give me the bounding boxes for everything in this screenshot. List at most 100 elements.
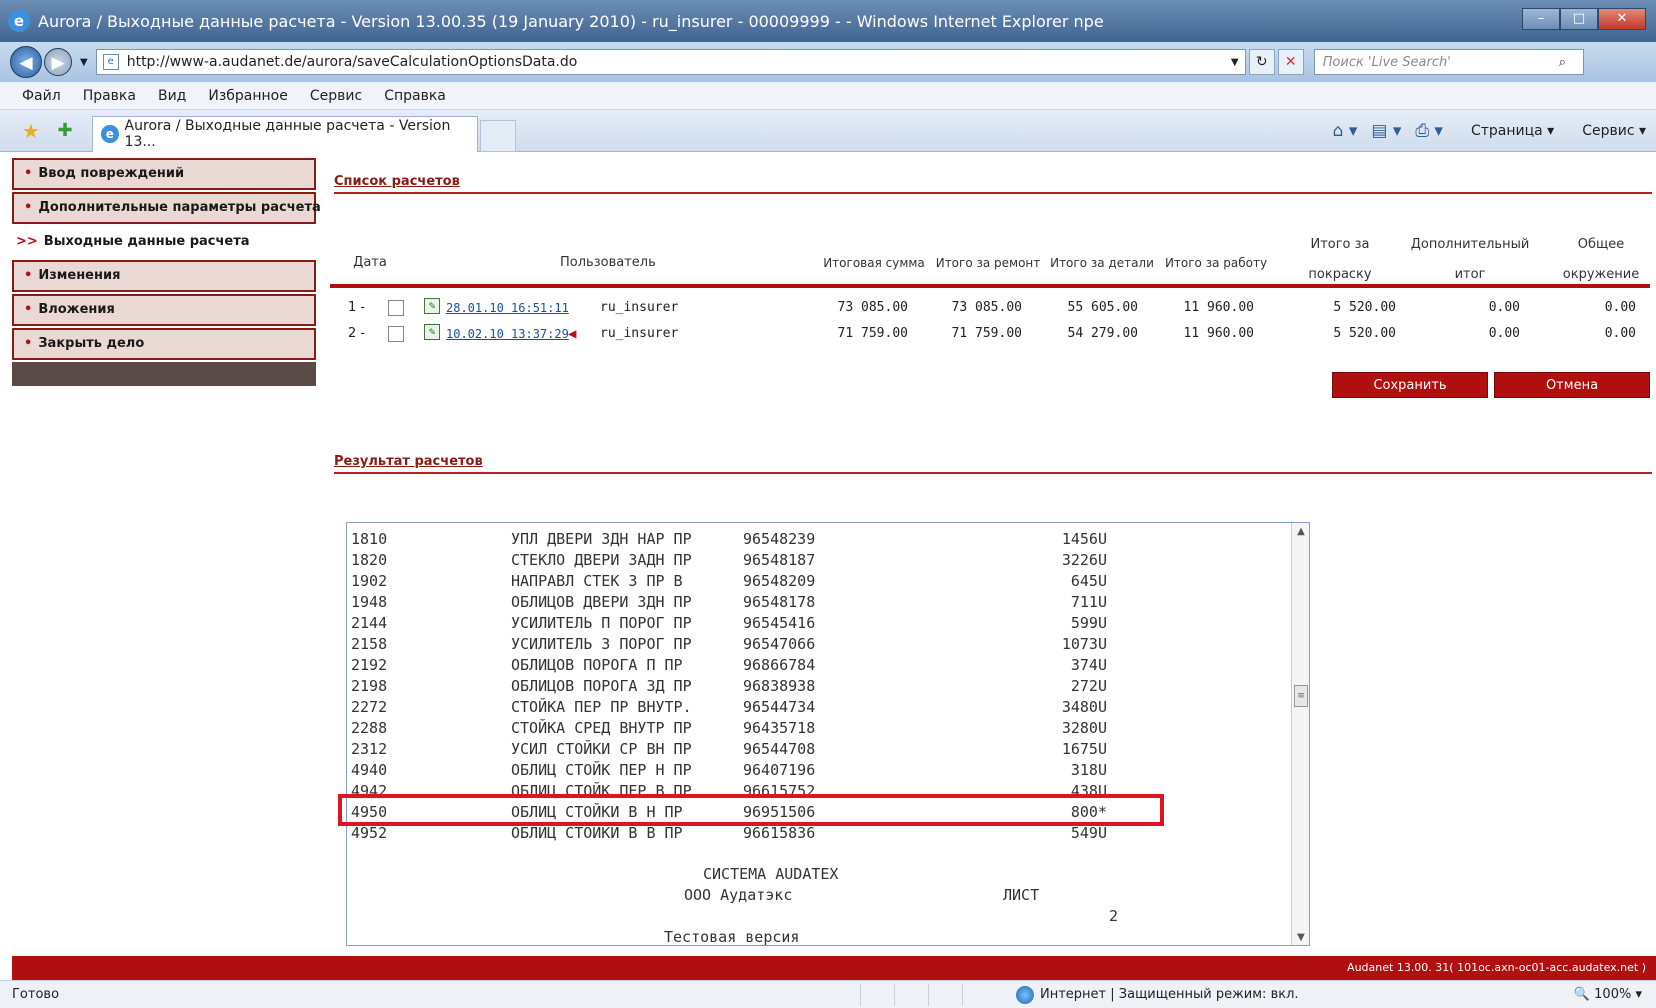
report-code: 4952 (351, 824, 388, 842)
sidebar-item-attachments[interactable]: • Вложения (12, 294, 316, 326)
add-favorites-icon[interactable]: ✚ (54, 120, 76, 141)
scroll-up-icon[interactable]: ▲ (1292, 523, 1309, 541)
menu-bar: Файл Правка Вид Избранное Сервис Справка (0, 82, 1656, 110)
maximize-button[interactable]: □ (1560, 8, 1598, 30)
edit-icon[interactable]: ✎ (424, 324, 440, 340)
minimize-button[interactable]: – (1522, 8, 1560, 30)
page-menu[interactable]: Страница ▾ (1457, 123, 1554, 139)
new-tab-button[interactable] (480, 119, 516, 152)
zoom-control[interactable]: 🔍 100% ▾ (1574, 987, 1656, 1002)
table-row: 2 - ✎ 10.02.10 13:37:29 ◀ ru_insurer 71 … (330, 322, 1650, 346)
feeds-icon[interactable]: ▤ ▾ (1371, 121, 1401, 141)
results-report[interactable]: 1810 УПЛ ДВЕРИ ЗДН НАР ПР 96548239 1456U 182… (346, 522, 1310, 946)
row-paint: 5 520.00 (1333, 326, 1396, 341)
report-code: 1948 (351, 593, 388, 611)
scroll-down-icon[interactable]: ▼ (1292, 929, 1309, 945)
report-name: ОБЛИЦОВ ДВЕРИ ЗДН ПР (511, 593, 692, 611)
print-icon[interactable]: ⎙ ▾ (1415, 121, 1443, 141)
sidebar-item-damage-input[interactable]: • Ввод повреждений (12, 158, 316, 190)
edit-icon[interactable]: ✎ (424, 298, 440, 314)
vertical-scrollbar[interactable]: ▲ ≡ ▼ (1291, 523, 1309, 945)
menu-tools[interactable]: Сервис (310, 88, 362, 104)
report-name: УСИЛИТЕЛЬ П ПОРОГ ПР (511, 614, 692, 632)
sidebar-item-close-case[interactable]: • Закрыть дело (12, 328, 316, 360)
report-price: 645U (1070, 572, 1107, 590)
search-input[interactable]: Поиск 'Live Search' ⌕ (1313, 49, 1584, 75)
save-button[interactable]: Сохранить (1332, 372, 1488, 398)
back-button[interactable]: ◀ (10, 46, 42, 78)
globe-icon (1016, 985, 1034, 1004)
report-name: СТОЙКА ПЕР ПР ВНУТР. (511, 698, 692, 716)
report-code: 2312 (351, 740, 388, 758)
report-code: 2198 (351, 677, 388, 695)
service-menu[interactable]: Сервис ▾ (1568, 123, 1646, 139)
close-button[interactable]: ✕ (1598, 8, 1646, 30)
report-price: 1456U (1061, 530, 1107, 548)
calc-list-title: Список расчетов (334, 174, 460, 189)
col-env-2: окружение (1562, 267, 1640, 282)
cancel-button[interactable]: Отмена (1494, 372, 1650, 398)
tab-aurora[interactable]: e Aurora / Выходные данные расчета - Ver… (92, 115, 478, 152)
menu-file[interactable]: Файл (22, 88, 61, 104)
sidebar-footer (12, 362, 316, 386)
security-zone[interactable]: Интернет | Защищенный режим: вкл. (1016, 985, 1299, 1004)
report-code: 2192 (351, 656, 388, 674)
window-title: Aurora / Выходные данные расчета - Versi… (38, 11, 1104, 31)
chevron-down-icon[interactable]: ▼ (1225, 57, 1245, 68)
sidebar-item-extra-params[interactable]: • Дополнительные параметры расчета (12, 192, 321, 224)
status-text: Готово (12, 987, 60, 1002)
col-total: Итоговая сумма (823, 256, 925, 270)
home-icon[interactable]: ⌂ ▾ (1333, 121, 1358, 141)
bullet: • (24, 302, 33, 317)
stop-button[interactable]: ✕ (1277, 49, 1304, 75)
report-price: 374U (1070, 656, 1107, 674)
favorites-star-icon[interactable]: ★ (20, 119, 42, 143)
active-marker: >> (16, 234, 38, 249)
row-user: ru_insurer (600, 300, 679, 315)
row-extra: 0.00 (1488, 300, 1520, 315)
report-name: ОБЛИЦ СТОЙКИ В В ПР (511, 824, 683, 842)
report-line: 2144 УСИЛИТЕЛЬ П ПОРОГ ПР 96545416 599U (347, 613, 1287, 634)
report-line: 2192 ОБЛИЦОВ ПОРОГА П ПР 96866784 374U (347, 655, 1287, 676)
report-price: 3480U (1061, 698, 1107, 716)
report-code: 2272 (351, 698, 388, 716)
window-titlebar: e Aurora / Выходные данные расчета - Ver… (0, 0, 1656, 42)
search-icon[interactable]: ⌕ (1559, 55, 1583, 70)
menu-favorites[interactable]: Избранное (208, 88, 288, 104)
history-dropdown-icon[interactable]: ▼ (80, 57, 88, 68)
scroll-thumb[interactable]: ≡ (1294, 685, 1308, 707)
sidebar-item-label: Вложения (38, 302, 115, 317)
refresh-button[interactable]: ↻ (1248, 49, 1275, 75)
report-price: 3226U (1061, 551, 1107, 569)
sidebar-item-label: Изменения (38, 268, 121, 283)
row-date-link[interactable]: 10.02.10 13:37:29 (446, 322, 569, 346)
report-part: 96544734 (743, 698, 816, 716)
row-parts: 55 605.00 (1067, 300, 1138, 315)
row-checkbox[interactable] (388, 300, 404, 316)
report-price: 711U (1070, 593, 1107, 611)
report-line: 2158 УСИЛИТЕЛЬ З ПОРОГ ПР 96547066 1073U (347, 634, 1287, 655)
bullet: • (24, 200, 33, 215)
bullet: • (24, 166, 33, 181)
col-date: Дата (353, 255, 387, 270)
report-name: УПЛ ДВЕРИ ЗДН НАР ПР (511, 530, 692, 548)
report-code: 2288 (351, 719, 388, 737)
menu-view[interactable]: Вид (158, 88, 186, 104)
sidebar-item-label: Ввод повреждений (38, 166, 185, 181)
sidebar-item-label: Дополнительные параметры расчета (38, 200, 321, 215)
report-line: 2198 ОБЛИЦОВ ПОРОГА ЗД ПР 96838938 272U (347, 676, 1287, 697)
report-price: 599U (1070, 614, 1107, 632)
report-part: 96545416 (743, 614, 816, 632)
menu-help[interactable]: Справка (384, 88, 446, 104)
sidebar-item-output-data[interactable]: >> Выходные данные расчета (12, 226, 316, 258)
menu-edit[interactable]: Правка (83, 88, 136, 104)
forward-button[interactable]: ▶ (44, 48, 72, 76)
report-part: 96548209 (743, 572, 816, 590)
row-checkbox[interactable] (388, 326, 404, 342)
bullet: • (24, 336, 33, 351)
table-header: Дата Пользователь Итоговая сумма Итого з… (330, 230, 1650, 284)
url-field[interactable]: e http://www-a.audanet.de/aurora/saveCal… (95, 49, 1246, 75)
row-date-link[interactable]: 28.01.10 16:51:11 (446, 296, 569, 320)
report-name: СТОЙКА СРЕД ВНУТР ПР (511, 719, 692, 737)
sidebar-item-changes[interactable]: • Изменения (12, 260, 316, 292)
